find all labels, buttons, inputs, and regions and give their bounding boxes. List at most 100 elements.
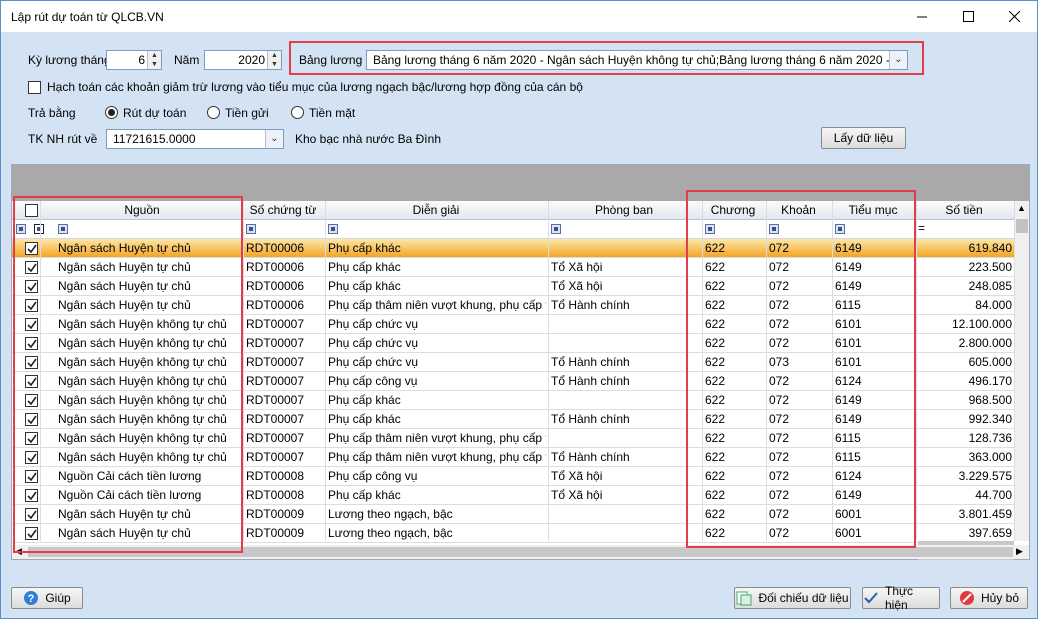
scroll-right-icon[interactable]: ▶ bbox=[1016, 546, 1023, 557]
filter-icon[interactable] bbox=[246, 224, 256, 234]
cell-so-ct: RDT00009 bbox=[246, 507, 305, 521]
cell-dien-giai: Phụ cấp thâm niên vượt khung, phụ cấp t.… bbox=[328, 431, 546, 445]
cell-dien-giai: Phụ cấp khác bbox=[328, 393, 401, 407]
tra-bang-label: Trả bằng bbox=[28, 106, 76, 120]
minimize-icon bbox=[916, 16, 927, 18]
minimize-button[interactable] bbox=[899, 1, 945, 32]
cell-dien-giai: Phụ cấp chức vụ bbox=[328, 355, 419, 369]
cell-dien-giai: Phụ cấp công vụ bbox=[328, 374, 418, 388]
execute-button[interactable]: Thực hiện bbox=[862, 584, 940, 612]
bang-luong-select[interactable]: Bảng lương tháng 6 năm 2020 - Ngân sách … bbox=[366, 50, 908, 70]
cell-dien-giai: Phụ cấp khác bbox=[328, 260, 401, 274]
compare-data-icon bbox=[736, 591, 752, 606]
ky-luong-label: Kỳ lương tháng bbox=[28, 53, 111, 67]
cell-phong-ban: Tổ Xã hội bbox=[551, 469, 603, 483]
spin-arrows-icon[interactable]: ▲ ▼ bbox=[267, 51, 281, 69]
help-icon: ? bbox=[24, 591, 39, 605]
compare-button[interactable]: Đối chiếu dữ liệu bbox=[734, 587, 851, 609]
cell-so-ct: RDT00008 bbox=[246, 469, 305, 483]
radio-tien-gui[interactable] bbox=[207, 106, 220, 119]
cell-dien-giai: Lương theo ngạch, bậc bbox=[328, 526, 453, 540]
cell-dien-giai: Phụ cấp thâm niên vượt khung, phụ cấp t.… bbox=[328, 450, 546, 464]
cell-so-tien: 223.500 bbox=[968, 260, 1012, 274]
bang-luong-label: Bảng lương bbox=[299, 53, 363, 67]
close-button[interactable] bbox=[991, 1, 1037, 32]
cell-so-ct: RDT00006 bbox=[246, 241, 305, 255]
cell-so-ct: RDT00006 bbox=[246, 298, 305, 312]
highlight-box-nguon bbox=[13, 196, 243, 553]
vertical-scrollbar[interactable]: ▲ ▼ bbox=[1014, 201, 1029, 553]
column-divider bbox=[916, 201, 917, 541]
kho-bac-label: Kho bạc nhà nước Ba Đình bbox=[295, 132, 441, 146]
equals-filter-icon[interactable]: = bbox=[918, 221, 925, 235]
window-title: Lập rút dự toán từ QLCB.VN bbox=[11, 9, 164, 24]
filter-icon[interactable] bbox=[551, 224, 561, 234]
cell-so-ct: RDT00007 bbox=[246, 393, 305, 407]
cell-so-tien: 2.800.000 bbox=[958, 336, 1012, 350]
radio-rut-du-toan[interactable] bbox=[105, 106, 118, 119]
cell-so-tien: 3.801.459 bbox=[958, 507, 1012, 521]
cell-so-tien: 84.000 bbox=[975, 298, 1012, 312]
check-icon bbox=[864, 592, 878, 604]
cancel-button[interactable]: Hủy bỏ bbox=[950, 587, 1028, 609]
radio-tien-mat[interactable] bbox=[291, 106, 304, 119]
col-so-chung-tu[interactable]: Số chứng từ bbox=[243, 203, 323, 217]
cell-phong-ban: Tổ Xã hội bbox=[551, 279, 603, 293]
help-label: Giúp bbox=[45, 591, 71, 605]
cell-so-ct: RDT00007 bbox=[246, 450, 305, 464]
cell-dien-giai: Phụ cấp chức vụ bbox=[328, 317, 419, 331]
cell-so-ct: RDT00007 bbox=[246, 431, 305, 445]
cell-so-tien: 363.000 bbox=[968, 450, 1012, 464]
col-dien-giai[interactable]: Diễn giải bbox=[325, 203, 547, 217]
execute-label: Thực hiện bbox=[884, 584, 914, 612]
column-divider bbox=[325, 201, 326, 541]
hach-toan-label: Hạch toán các khoản giảm trừ lương vào t… bbox=[47, 80, 583, 94]
month-spinner[interactable]: 6 ▲ ▼ bbox=[106, 50, 162, 70]
cell-so-tien: 397.659 bbox=[968, 526, 1012, 540]
hach-toan-checkbox[interactable] bbox=[28, 81, 41, 94]
maximize-icon bbox=[962, 11, 974, 22]
cell-so-tien: 3.229.575 bbox=[958, 469, 1012, 483]
dialog-window: Lập rút dự toán từ QLCB.VN Kỳ lương thán… bbox=[0, 0, 1038, 619]
cell-phong-ban: Tổ Hành chính bbox=[551, 450, 630, 464]
scroll-up-icon[interactable]: ▲ bbox=[1017, 203, 1026, 213]
cell-phong-ban: Tổ Xã hội bbox=[551, 488, 603, 502]
scroll-thumb[interactable] bbox=[1016, 219, 1028, 233]
col-so-tien[interactable]: Số tiền bbox=[916, 203, 1012, 217]
cell-so-tien: 12.100.000 bbox=[951, 317, 1012, 331]
compare-label: Đối chiếu dữ liệu bbox=[758, 591, 849, 605]
nam-label: Năm bbox=[174, 53, 200, 67]
cell-so-ct: RDT00007 bbox=[246, 355, 305, 369]
chevron-down-icon[interactable]: ⌄ bbox=[889, 51, 907, 69]
tk-label: TK NH rút về bbox=[28, 132, 98, 146]
cell-so-tien: 128.736 bbox=[968, 431, 1012, 445]
tk-select[interactable]: 11721615.0000 ⌄ bbox=[106, 129, 284, 149]
spin-arrows-icon[interactable]: ▲ ▼ bbox=[147, 51, 161, 69]
cell-so-tien: 605.000 bbox=[968, 355, 1012, 369]
chevron-down-icon[interactable]: ⌄ bbox=[265, 130, 283, 148]
tk-value: 11721615.0000 bbox=[113, 132, 196, 146]
cell-phong-ban: Tổ Hành chính bbox=[551, 355, 630, 369]
cell-dien-giai: Phụ cấp khác bbox=[328, 412, 401, 426]
title-bar: Lập rút dự toán từ QLCB.VN bbox=[1, 1, 1037, 32]
cell-so-ct: RDT00006 bbox=[246, 279, 305, 293]
cell-dien-giai: Phụ cấp công vụ bbox=[328, 469, 418, 483]
cell-so-ct: RDT00007 bbox=[246, 412, 305, 426]
year-spinner[interactable]: 2020 ▲ ▼ bbox=[204, 50, 282, 70]
cell-so-ct: RDT00007 bbox=[246, 336, 305, 350]
cell-so-ct: RDT00007 bbox=[246, 374, 305, 388]
svg-text:?: ? bbox=[28, 593, 35, 605]
cell-so-ct: RDT00009 bbox=[246, 526, 305, 540]
column-divider bbox=[548, 201, 549, 541]
col-phong-ban[interactable]: Phòng ban bbox=[548, 203, 700, 217]
year-value: 2020 bbox=[238, 53, 265, 67]
help-button[interactable]: ? Giúp bbox=[11, 587, 83, 609]
maximize-button[interactable] bbox=[945, 1, 991, 32]
lay-du-lieu-button[interactable]: Lấy dữ liệu bbox=[821, 127, 906, 149]
cell-phong-ban: Tổ Xã hội bbox=[551, 260, 603, 274]
cell-phong-ban: Tổ Hành chính bbox=[551, 412, 630, 426]
filter-icon[interactable] bbox=[328, 224, 338, 234]
radio-rut-du-toan-label: Rút dự toán bbox=[123, 106, 187, 120]
radio-tien-mat-label: Tiền mặt bbox=[309, 106, 356, 120]
month-value: 6 bbox=[138, 53, 145, 67]
